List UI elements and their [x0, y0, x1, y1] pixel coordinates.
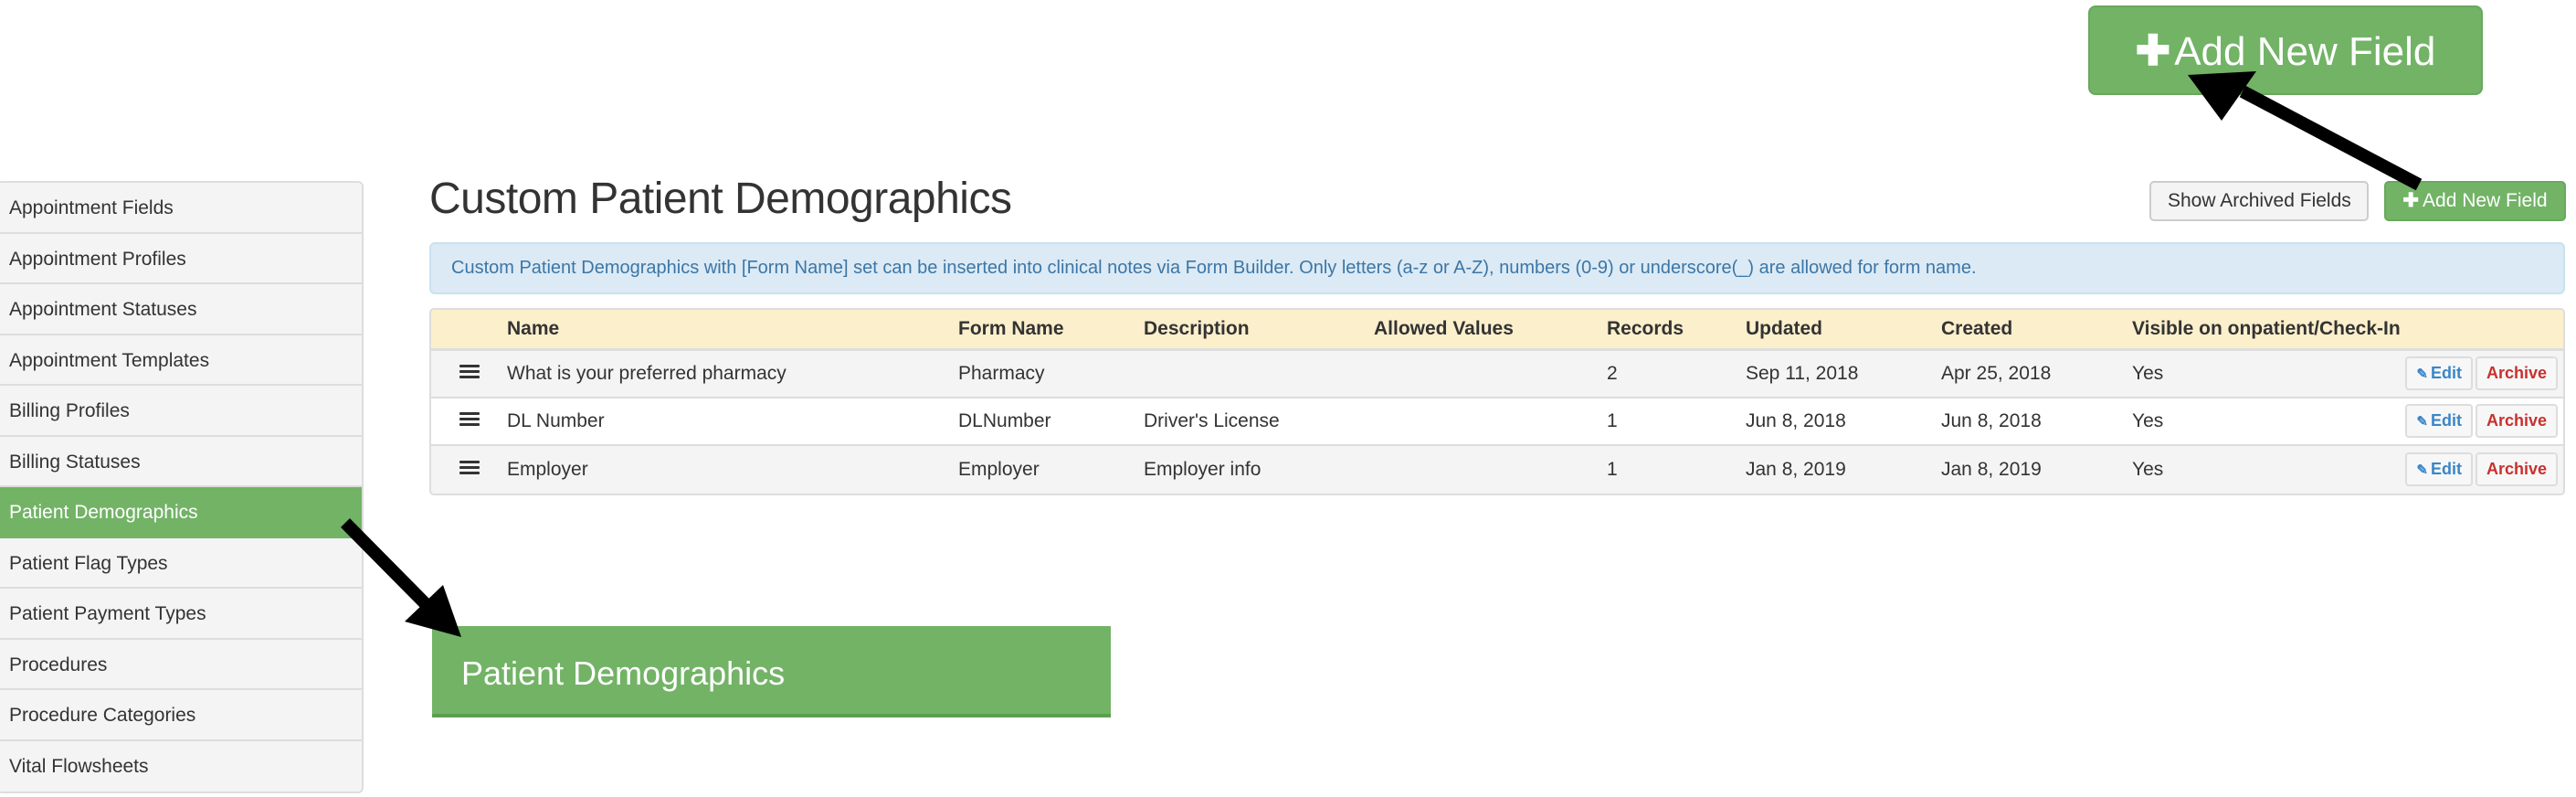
- demographics-table: Name Form Name Description Allowed Value…: [429, 308, 2565, 495]
- cell-description: Employer info: [1144, 444, 1374, 494]
- drag-handle-icon[interactable]: [459, 364, 480, 379]
- column-header-handle: [431, 310, 507, 351]
- cell-records: 2: [1607, 362, 1618, 384]
- cell-created: Apr 25, 2018: [1941, 362, 2052, 384]
- cell-name: DL Number: [507, 396, 958, 445]
- edit-label: Edit: [2430, 460, 2462, 479]
- archive-button[interactable]: Archive: [2475, 404, 2558, 439]
- cell-created: Jan 8, 2019: [1941, 444, 2132, 494]
- cell-visible: Yes: [2132, 396, 2404, 445]
- column-header-form-name: Form Name: [958, 310, 1144, 351]
- callout-patient-demographics: Patient Demographics: [432, 626, 1111, 717]
- table-row: DL Number DLNumber Driver's License 1 Ju…: [431, 396, 2563, 445]
- table-header-row: Name Form Name Description Allowed Value…: [431, 310, 2563, 351]
- sidebar-item-patient-demographics[interactable]: Patient Demographics: [0, 487, 362, 538]
- sidebar-item-appointment-templates[interactable]: Appointment Templates: [0, 335, 362, 386]
- pencil-icon: ✎: [2416, 367, 2428, 382]
- cell-updated: Jan 8, 2019: [1746, 444, 1941, 494]
- cell-records: 1: [1607, 444, 1746, 494]
- column-header-visible: Visible on onpatient/Check-In: [2132, 310, 2404, 351]
- column-header-description: Description: [1144, 310, 1374, 351]
- edit-button[interactable]: ✎ Edit: [2405, 356, 2473, 390]
- cell-name: What is your preferred pharmacy: [507, 362, 787, 384]
- sidebar-item-billing-statuses[interactable]: Billing Statuses: [0, 436, 362, 487]
- show-archived-fields-button[interactable]: Show Archived Fields: [2149, 181, 2369, 221]
- cell-created: Jun 8, 2018: [1941, 396, 2132, 445]
- cell-records: 1: [1607, 396, 1746, 445]
- cell-allowed-values: [1374, 396, 1607, 445]
- plus-icon: ✚: [2402, 190, 2420, 211]
- sidebar-item-appointment-profiles[interactable]: Appointment Profiles: [0, 233, 362, 284]
- sidebar-item-procedure-categories[interactable]: Procedure Categories: [0, 690, 362, 741]
- add-new-field-label: Add New Field: [2423, 190, 2548, 211]
- cell-updated: Sep 11, 2018: [1746, 362, 1859, 384]
- drag-handle-icon[interactable]: [459, 460, 480, 475]
- column-header-created: Created: [1941, 310, 2132, 351]
- cell-name: Employer: [507, 444, 958, 494]
- pencil-icon: ✎: [2416, 414, 2428, 430]
- column-header-records: Records: [1607, 310, 1746, 351]
- edit-label: Edit: [2430, 411, 2462, 430]
- cell-visible: Yes: [2132, 444, 2404, 494]
- cell-form-name: Pharmacy: [958, 362, 1045, 384]
- table-row: Employer Employer Employer info 1 Jan 8,…: [431, 444, 2563, 494]
- cell-visible: Yes: [2132, 362, 2164, 384]
- info-alert: Custom Patient Demographics with [Form N…: [429, 242, 2565, 294]
- add-new-field-button[interactable]: ✚ Add New Field: [2384, 181, 2566, 221]
- settings-sidebar: Appointment Fields Appointment Profiles …: [0, 181, 364, 793]
- sidebar-item-patient-flag-types[interactable]: Patient Flag Types: [0, 537, 362, 589]
- drag-handle-icon[interactable]: [459, 411, 480, 427]
- cell-form-name: DLNumber: [958, 396, 1144, 445]
- page-title: Custom Patient Demographics: [429, 175, 1012, 223]
- callout-add-new-field-label: Add New Field: [2174, 29, 2436, 74]
- cell-allowed-values: [1374, 444, 1607, 494]
- edit-button[interactable]: ✎ Edit: [2405, 404, 2473, 439]
- sidebar-item-appointment-fields[interactable]: Appointment Fields: [0, 183, 362, 234]
- callout-add-new-field: ✚Add New Field: [2088, 5, 2483, 95]
- edit-button[interactable]: ✎ Edit: [2405, 452, 2473, 487]
- sidebar-item-vital-flowsheets[interactable]: Vital Flowsheets: [0, 740, 362, 792]
- sidebar-item-patient-payment-types[interactable]: Patient Payment Types: [0, 589, 362, 640]
- column-header-name: Name: [507, 310, 958, 351]
- column-header-allowed-values: Allowed Values: [1374, 310, 1607, 351]
- cell-description: [1144, 349, 1374, 398]
- cell-description: Driver's License: [1144, 396, 1374, 445]
- pencil-icon: ✎: [2416, 462, 2428, 479]
- edit-label: Edit: [2430, 364, 2462, 382]
- cell-updated: Jun 8, 2018: [1746, 396, 1941, 445]
- sidebar-item-procedures[interactable]: Procedures: [0, 639, 362, 690]
- table-row: What is your preferred pharmacy Pharmacy…: [431, 349, 2563, 398]
- plus-icon: ✚: [2135, 27, 2171, 74]
- archive-button[interactable]: Archive: [2475, 356, 2558, 390]
- cell-form-name: Employer: [958, 444, 1144, 494]
- column-header-updated: Updated: [1746, 310, 1941, 351]
- cell-allowed-values: [1374, 349, 1607, 398]
- archive-button[interactable]: Archive: [2475, 452, 2558, 487]
- column-header-actions: [2403, 310, 2563, 351]
- sidebar-item-appointment-statuses[interactable]: Appointment Statuses: [0, 284, 362, 335]
- sidebar-item-billing-profiles[interactable]: Billing Profiles: [0, 386, 362, 437]
